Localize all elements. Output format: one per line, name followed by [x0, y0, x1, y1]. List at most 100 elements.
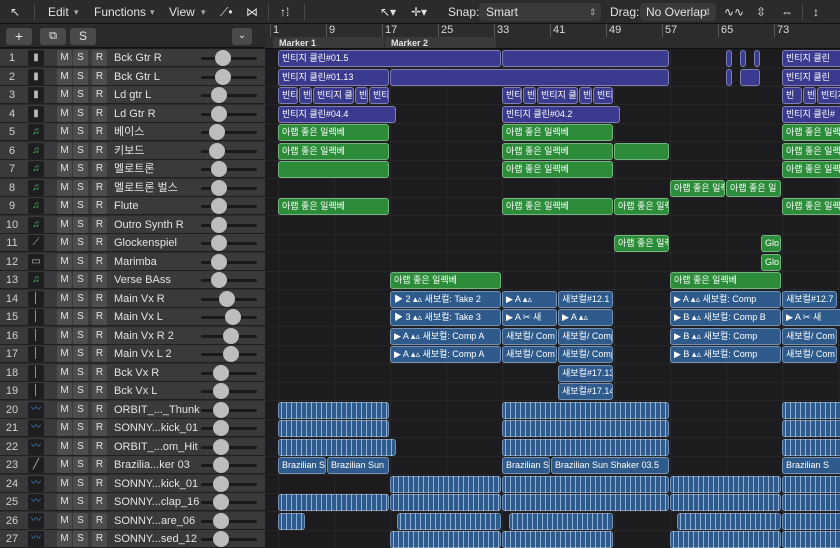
bar-ruler[interactable]: 1 9 17 25 33 41 49 57 65 73 Marker 1 Marker 2: [265, 24, 840, 49]
mute-button[interactable]: M: [57, 365, 72, 381]
record-enable-button[interactable]: R: [92, 235, 107, 251]
view-menu[interactable]: View: [169, 0, 195, 24]
midi-region[interactable]: 아랩 좋은 일렉베: [278, 124, 389, 141]
track-header-row[interactable]: 14 │ M S R Main Vx R: [0, 290, 265, 308]
region[interactable]: 빈티: [593, 87, 613, 104]
record-enable-button[interactable]: R: [92, 402, 107, 418]
region[interactable]: [740, 50, 746, 67]
track-name[interactable]: Ld Gtr R: [114, 105, 204, 123]
midi-region[interactable]: 아랩 좋은 일렉베: [502, 198, 613, 215]
mute-button[interactable]: M: [57, 531, 72, 547]
track-header-row[interactable]: 8 ♫ M S R 멜로트론 벌스: [0, 179, 265, 197]
mute-button[interactable]: M: [57, 439, 72, 455]
audio-region[interactable]: [502, 439, 669, 456]
mute-button[interactable]: M: [57, 272, 72, 288]
volume-slider[interactable]: [201, 520, 257, 523]
vertical-zoom-icon[interactable]: ⇳: [756, 0, 766, 24]
volume-slider-knob[interactable]: [211, 180, 227, 196]
volume-slider-knob[interactable]: [213, 439, 229, 455]
record-enable-button[interactable]: R: [92, 365, 107, 381]
track-name[interactable]: Bck Vx L: [114, 382, 204, 400]
record-enable-button[interactable]: R: [92, 143, 107, 159]
region[interactable]: 빈티지 클린#04.4: [278, 106, 396, 123]
region[interactable]: 새보컬#12.7: [782, 291, 837, 308]
track-header-row[interactable]: 6 ♫ M S R 키보드: [0, 142, 265, 160]
audio-region[interactable]: [782, 420, 840, 437]
region[interactable]: 빈: [579, 87, 592, 104]
arrange-area[interactable]: 빈티지 클린#01.5 빈티지 클린 빈티지 클린#01.13 빈티지 클린 빈티 빈 빈티…: [265, 49, 840, 548]
region[interactable]: 빈티: [502, 87, 522, 104]
region[interactable]: [740, 69, 760, 86]
volume-slider-knob[interactable]: [213, 476, 229, 492]
mute-button[interactable]: M: [57, 124, 72, 140]
track-name[interactable]: 키보드: [114, 142, 204, 160]
record-enable-button[interactable]: R: [92, 457, 107, 473]
add-track-button[interactable]: +: [6, 28, 32, 45]
volume-slider-knob[interactable]: [209, 124, 225, 140]
volume-slider-knob[interactable]: [219, 291, 235, 307]
solo-button[interactable]: S: [73, 69, 88, 85]
record-enable-button[interactable]: R: [92, 346, 107, 362]
volume-slider[interactable]: [201, 501, 257, 504]
marker-1[interactable]: Marker 1: [273, 37, 384, 48]
audio-region[interactable]: [278, 513, 305, 530]
track-header-row[interactable]: 10 ♫ M S R Outro Synth R: [0, 216, 265, 234]
track-header-row[interactable]: 4 ▮ M S R Ld Gtr R: [0, 105, 265, 123]
volume-slider-knob[interactable]: [215, 69, 231, 85]
audio-region[interactable]: [390, 494, 501, 511]
region[interactable]: ▶ A ▴▵: [558, 309, 613, 326]
mute-button[interactable]: M: [57, 346, 72, 362]
midi-region[interactable]: 아랩 좋은 일렉베: [502, 143, 613, 160]
region[interactable]: 빈티지 클린: [537, 87, 578, 104]
solo-button[interactable]: S: [73, 328, 88, 344]
track-lane[interactable]: [265, 234, 840, 253]
track-header-row[interactable]: 12 ▭ M S R Marimba: [0, 253, 265, 271]
track-header-row[interactable]: 23 ╱ M S R Brazilia...ker 03: [0, 456, 265, 474]
solo-button[interactable]: S: [73, 476, 88, 492]
region[interactable]: Brazilian Sun: [327, 457, 389, 474]
volume-slider[interactable]: [201, 168, 257, 171]
track-name[interactable]: Main Vx R: [114, 290, 204, 308]
region[interactable]: 빈티: [278, 87, 298, 104]
region[interactable]: ▶ A ▴▵: [502, 291, 557, 308]
volume-slider[interactable]: [201, 427, 257, 430]
pointer-tool-icon[interactable]: ↖▾: [380, 0, 396, 24]
volume-slider-knob[interactable]: [225, 309, 241, 325]
solo-button[interactable]: S: [73, 531, 88, 547]
track-name[interactable]: Main Vx L 2: [114, 345, 204, 363]
mute-button[interactable]: M: [57, 457, 72, 473]
record-enable-button[interactable]: R: [92, 180, 107, 196]
record-enable-button[interactable]: R: [92, 254, 107, 270]
mute-button[interactable]: M: [57, 50, 72, 66]
track-name[interactable]: Bck Vx R: [114, 364, 204, 382]
track-header-row[interactable]: 2 ▮ M S R Bck Gtr L: [0, 68, 265, 86]
region[interactable]: ▶ 2 ▴▵ 새보컬: Take 2: [390, 291, 501, 308]
record-enable-button[interactable]: R: [92, 383, 107, 399]
track-header-row[interactable]: 1 ▮ M S R Bck Gtr R: [0, 49, 265, 67]
volume-slider-knob[interactable]: [223, 328, 239, 344]
track-name[interactable]: Main Vx R 2: [114, 327, 204, 345]
volume-slider-knob[interactable]: [213, 383, 229, 399]
track-header-row[interactable]: 20 〰 M S R ORBIT_..._Thunk: [0, 401, 265, 419]
volume-slider[interactable]: [201, 242, 257, 245]
track-header-row[interactable]: 22 〰 M S R ORBIT_...om_Hit: [0, 438, 265, 456]
mute-button[interactable]: M: [57, 328, 72, 344]
region[interactable]: 새보컬#17.14: [558, 383, 613, 400]
mute-button[interactable]: M: [57, 383, 72, 399]
record-enable-button[interactable]: R: [92, 217, 107, 233]
solo-button[interactable]: S: [73, 272, 88, 288]
volume-slider-knob[interactable]: [211, 106, 227, 122]
midi-region[interactable]: 아랩 좋은 일렉베: [502, 161, 613, 178]
region[interactable]: 새보컬/ Com: [782, 328, 837, 345]
midi-region[interactable]: 아랩 좋은 일렉: [782, 161, 840, 178]
volume-slider-knob[interactable]: [211, 161, 227, 177]
track-header-row[interactable]: 7 ♫ M S R 멜로트론: [0, 160, 265, 178]
volume-slider[interactable]: [201, 261, 257, 264]
track-lane[interactable]: [265, 216, 840, 235]
drag-select[interactable]: No Overlap ⇕: [640, 3, 716, 21]
midi-region[interactable]: 아랩 좋은 일렉: [782, 124, 840, 141]
audio-region[interactable]: [502, 531, 613, 548]
track-header-row[interactable]: 9 ♫ M S R Flute: [0, 197, 265, 215]
region[interactable]: 빈티지: [817, 87, 840, 104]
midi-region[interactable]: Glo: [761, 235, 781, 252]
